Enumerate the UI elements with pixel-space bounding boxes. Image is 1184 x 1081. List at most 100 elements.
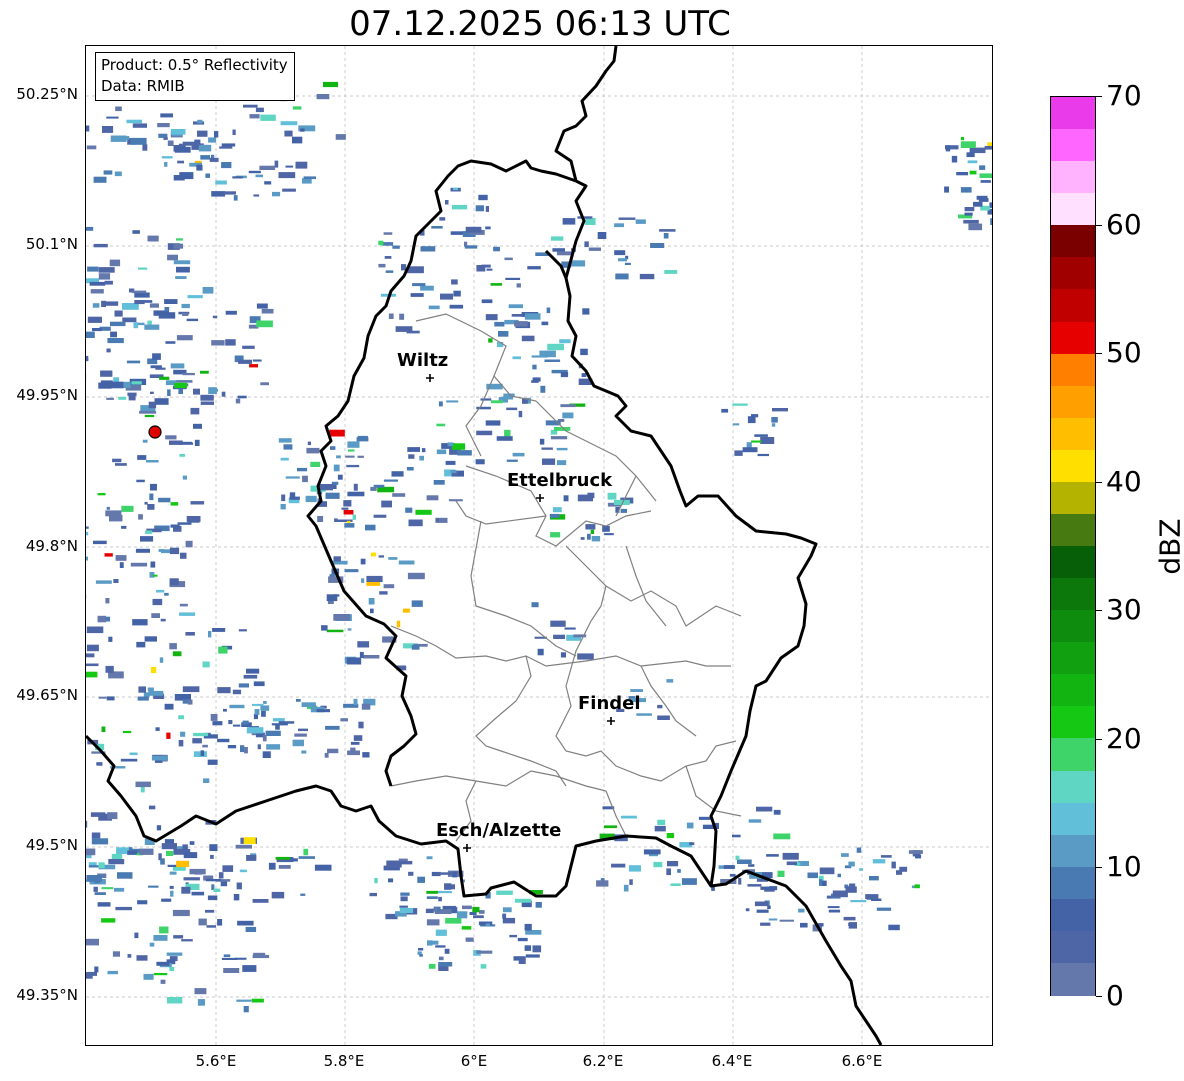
radar-echo-cell [629,879,633,885]
radar-echo-cell [352,514,356,520]
radar-echo-cell [105,510,122,517]
radar-echo-cell [590,529,595,534]
radar-echo-cell [93,243,108,248]
radar-echo-cell [192,738,202,744]
radar-echo-cell [268,862,276,870]
radar-echo-cell [248,170,261,174]
radar-echo-cell [169,547,180,555]
radar-echo-cell [418,948,424,951]
radar-echo-cell [180,552,187,559]
radar-echo-cell [164,307,170,312]
colorbar-tickmark [1096,738,1102,740]
radar-echo-cell [359,651,364,658]
radar-echo-cell [475,205,484,212]
colorbar [1050,96,1096,996]
radar-echo-cell [406,330,420,334]
radar-echo-cell [173,935,184,939]
colorbar-segment [1051,289,1095,323]
radar-echo-cell [417,876,425,883]
radar-echo-cell [182,372,195,376]
radar-echo-cell [118,396,127,400]
radar-echo-cell [134,300,145,305]
radar-echo-cell [751,414,759,418]
radar-echo-cell [232,176,243,179]
radar-echo-cell [177,522,192,525]
radar-echo-cell [185,632,195,636]
radar-echo-cell [581,373,587,377]
product-label: Product: 0.5° Reflectivity [101,56,288,74]
radar-echoes [86,76,992,1013]
radar-echo-cell [280,121,298,126]
radar-echo-cell [550,236,564,241]
radar-echo-cell [210,714,218,721]
radar-echo-cell [602,525,610,532]
radar-echo-cell [165,435,177,440]
colorbar-tick-label: 20 [1106,721,1142,755]
radar-echo-cell [181,303,190,309]
radar-echo-cell [357,455,364,458]
radar-echo-cell [112,458,122,463]
radar-echo-cell [745,908,750,912]
radar-echo-cell [150,365,162,369]
radar-echo-cell [142,144,148,151]
lat-tick-label: 50.1°N [25,235,78,253]
radar-echo-cell [562,218,576,225]
radar-echo-cell [103,301,119,306]
radar-echo-cell [362,752,370,758]
radar-echo-cell [135,548,150,553]
radar-echo-cell [98,382,112,389]
radar-echo-cell [130,137,147,145]
radar-echo-cell [265,730,281,736]
radar-echo-cell [344,523,355,528]
radar-echo-cell [756,806,773,812]
radar-echo-cell [222,865,234,872]
lat-tick-label: 49.35°N [16,986,78,1004]
radar-echo-cell [757,453,769,457]
radar-echo-cell [368,598,375,605]
radar-echo-cell [278,438,292,443]
radar-echo-cell [329,429,345,437]
radar-echo-cell [535,902,542,908]
colorbar-segment [1051,417,1095,451]
radar-echo-cell [485,923,490,926]
radar-echo-cell [908,850,923,854]
radar-echo-cell [343,500,352,507]
radar-echo-cell [143,973,154,980]
radar-echo-cell [760,886,774,890]
radar-echo-cell [383,584,395,589]
radar-echo-cell [121,525,127,529]
radar-echo-cell [249,114,260,119]
radar-echo-cell [539,438,545,445]
radar-echo-cell [218,872,224,879]
radar-echo-cell [92,303,100,308]
radar-echo-cell [86,125,90,132]
radar-echo-cell [734,450,743,456]
radar-echo-cell [266,744,281,750]
radar-echo-cell [951,155,958,163]
radar-echo-cell [87,316,102,323]
radar-echo-cell [302,475,308,483]
radar-echo-cell [256,320,273,328]
radar-echo-cell [516,283,521,288]
radar-echo-cell [169,966,175,971]
radar-echo-cell [428,963,436,969]
radar-echo-cell [768,918,778,921]
radar-echo-cell [86,145,97,150]
radar-echo-cell [527,266,541,270]
radar-echo-cell [178,388,183,394]
radar-echo-cell [738,877,742,885]
radar-echo-cell [144,324,160,330]
radar-echo-cell [450,470,457,474]
radar-echo-cell [261,308,274,314]
radar-echo-cell [365,524,376,531]
radar-echo-cell [979,165,986,170]
radar-echo-cell [169,578,179,586]
radar-echo-cell [490,283,503,286]
radar-echo-cell [370,552,377,557]
radar-echo-cell [439,217,446,221]
radar-echo-cell [101,918,116,923]
radar-map[interactable] [85,45,993,1046]
radar-echo-cell [133,322,139,329]
radar-echo-cell [160,113,173,118]
colorbar-segment [1051,642,1095,675]
